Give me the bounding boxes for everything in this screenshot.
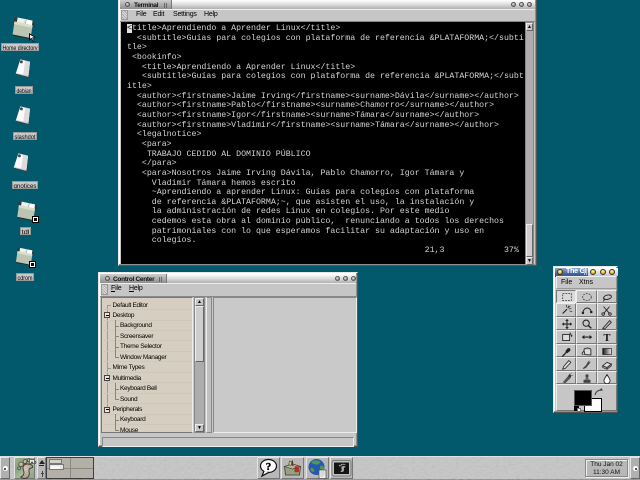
svg-text:debian: debian [17,88,32,94]
svg-text:slashdot: slashdot [15,134,36,140]
svg-text:gnotices: gnotices [14,183,38,189]
svg-text:T: T [604,333,611,344]
svg-text:Home directory: Home directory [3,45,39,51]
svg-text:tdl: tdl [22,229,31,235]
svg-text:cdrom: cdrom [17,275,32,281]
svg-text:?: ? [266,461,272,473]
